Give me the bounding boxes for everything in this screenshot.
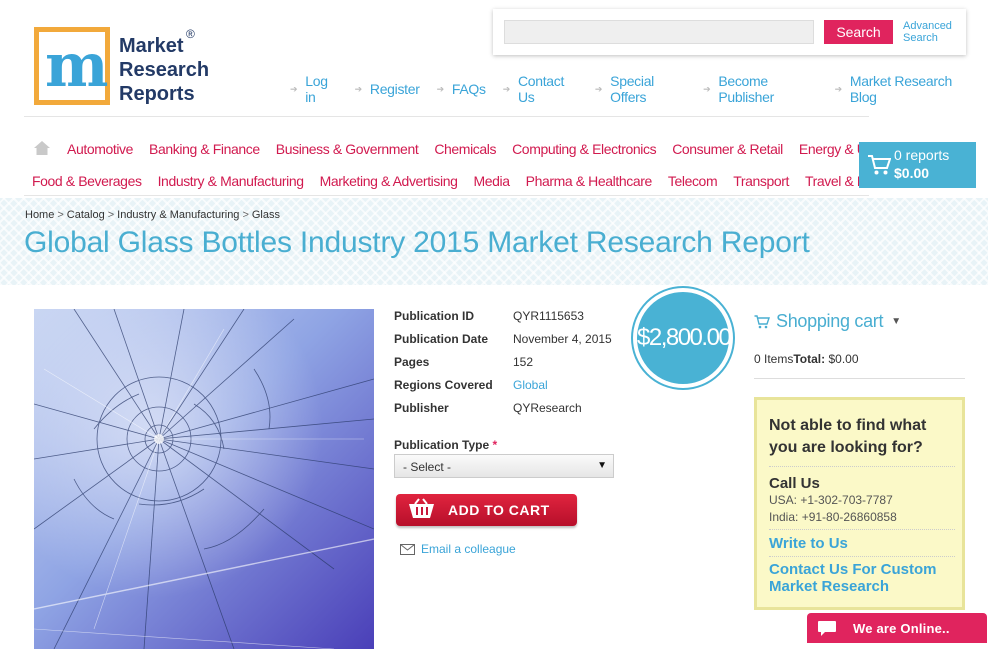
category-consumer-retail[interactable]: Consumer & Retail	[672, 141, 783, 157]
nav-special-offers[interactable]: ➔ Special Offers	[595, 73, 686, 105]
publication-type-select[interactable]: - Select - ▼	[394, 454, 614, 478]
cart-icon	[409, 498, 434, 518]
logo-text: Market Research Reports	[119, 35, 210, 105]
arrow-icon: ➔	[834, 83, 843, 94]
divider	[754, 378, 965, 379]
phone-usa: USA: +1-302-703-7787	[769, 493, 893, 507]
category-marketing-advertising[interactable]: Marketing & Advertising	[320, 173, 458, 189]
arrow-icon: ➔	[594, 83, 603, 94]
write-to-us-link[interactable]: Write to Us	[769, 535, 959, 552]
page-count: 152	[513, 355, 534, 369]
breadcrumb-catalog[interactable]: Catalog	[67, 209, 105, 221]
title-banner: Home > Catalog > Industry & Manufacturing > Gl…	[0, 198, 988, 285]
category-row-1: Automotive Banking & Finance Business & …	[67, 141, 914, 157]
nav-faqs[interactable]: ➔ FAQs	[437, 73, 486, 105]
cart-icon	[754, 314, 770, 328]
logo-mark: m	[34, 27, 110, 105]
cart-total: $0.00	[894, 165, 930, 181]
nav-login[interactable]: ➔ Log in	[290, 73, 338, 105]
cart-icon	[868, 155, 891, 175]
envelope-icon	[400, 543, 415, 555]
publisher: QYResearch	[513, 401, 582, 415]
add-to-cart-button[interactable]: ADD TO CART	[396, 494, 577, 526]
category-automotive[interactable]: Automotive	[67, 141, 133, 157]
category-food-beverages[interactable]: Food & Beverages	[32, 173, 142, 189]
registered-mark: ®	[186, 27, 195, 41]
breadcrumb-home[interactable]: Home	[25, 209, 54, 221]
publication-date: November 4, 2015	[513, 332, 612, 346]
shopping-cart-summary: 0 ItemsTotal: $0.00	[754, 352, 859, 366]
category-row-2: Food & Beverages Industry & Manufacturin…	[32, 173, 916, 189]
publication-type-label: Publication Type *	[394, 438, 498, 452]
call-us-heading: Call Us	[769, 475, 820, 492]
detail-row: Regions Covered Global	[394, 378, 612, 401]
nav-contact[interactable]: ➔ Contact Us	[503, 73, 578, 105]
search-panel: Search Advanced Search	[493, 9, 966, 55]
divider	[24, 195, 869, 196]
detail-row: Publisher QYResearch	[394, 401, 612, 424]
nav-become-publisher[interactable]: ➔ Become Publisher	[703, 73, 818, 105]
custom-research-link[interactable]: Contact Us For Custom Market Research	[769, 561, 959, 595]
category-telecom[interactable]: Telecom	[668, 173, 718, 189]
breadcrumb-industry[interactable]: Industry & Manufacturing	[117, 209, 239, 221]
nav-register[interactable]: ➔ Register	[355, 73, 420, 105]
chevron-down-icon: ▼	[891, 316, 901, 327]
publication-details: Publication ID QYR1115653 Publication Dat…	[394, 309, 612, 424]
chat-icon	[818, 621, 836, 636]
arrow-icon: ➔	[703, 83, 711, 94]
help-panel: Not able to find what you are looking fo…	[754, 397, 965, 610]
publication-id: QYR1115653	[513, 309, 584, 323]
category-banking-finance[interactable]: Banking & Finance	[149, 141, 260, 157]
arrow-icon: ➔	[436, 83, 445, 94]
phone-india: India: +91-80-26860858	[769, 510, 897, 524]
shopping-cart-heading[interactable]: Shopping cart ▼	[754, 311, 901, 332]
category-chemicals[interactable]: Chemicals	[434, 141, 496, 157]
product-image	[34, 309, 374, 649]
site-logo[interactable]: m Market Research Reports ®	[34, 27, 214, 107]
divider	[769, 466, 955, 467]
category-media[interactable]: Media	[473, 173, 510, 189]
chevron-down-icon: ▼	[597, 460, 607, 471]
divider	[769, 556, 955, 557]
search-input[interactable]	[504, 20, 814, 44]
advanced-search-link[interactable]: Advanced Search	[903, 20, 952, 44]
cart-report-count: 0 reports	[894, 147, 950, 163]
nav-blog[interactable]: ➔ Market Research Blog	[835, 73, 971, 105]
category-pharma-healthcare[interactable]: Pharma & Healthcare	[526, 173, 653, 189]
arrow-icon: ➔	[354, 83, 363, 94]
region-link[interactable]: Global	[513, 378, 548, 401]
email-colleague-link[interactable]: Email a colleague	[400, 542, 516, 556]
price-badge: $2,800.00	[633, 288, 733, 388]
help-question: Not able to find what you are looking fo…	[769, 417, 927, 456]
category-computing-electronics[interactable]: Computing & Electronics	[512, 141, 656, 157]
category-industry-manufacturing[interactable]: Industry & Manufacturing	[158, 173, 304, 189]
search-button[interactable]: Search	[824, 20, 893, 44]
top-nav: ➔ Log in ➔ Register ➔ FAQs ➔ Contact Us ➔ Spe…	[290, 73, 988, 105]
page-title: Global Glass Bottles Industry 2015 Marke…	[24, 226, 810, 259]
divider	[769, 529, 955, 530]
home-icon[interactable]	[33, 140, 51, 156]
category-business-government[interactable]: Business & Government	[276, 141, 419, 157]
divider	[24, 116, 869, 117]
detail-row: Publication Date November 4, 2015	[394, 332, 612, 355]
arrow-icon: ➔	[502, 83, 511, 94]
arrow-icon: ➔	[290, 83, 298, 94]
breadcrumb-glass[interactable]: Glass	[252, 209, 280, 221]
live-chat-button[interactable]: We are Online..	[807, 613, 987, 643]
header-cart-button[interactable]: 0 reports $0.00	[859, 142, 976, 188]
category-transport[interactable]: Transport	[733, 173, 789, 189]
detail-row: Pages 152	[394, 355, 612, 378]
breadcrumb: Home > Catalog > Industry & Manufacturing > Gl…	[25, 209, 280, 221]
detail-row: Publication ID QYR1115653	[394, 309, 612, 332]
